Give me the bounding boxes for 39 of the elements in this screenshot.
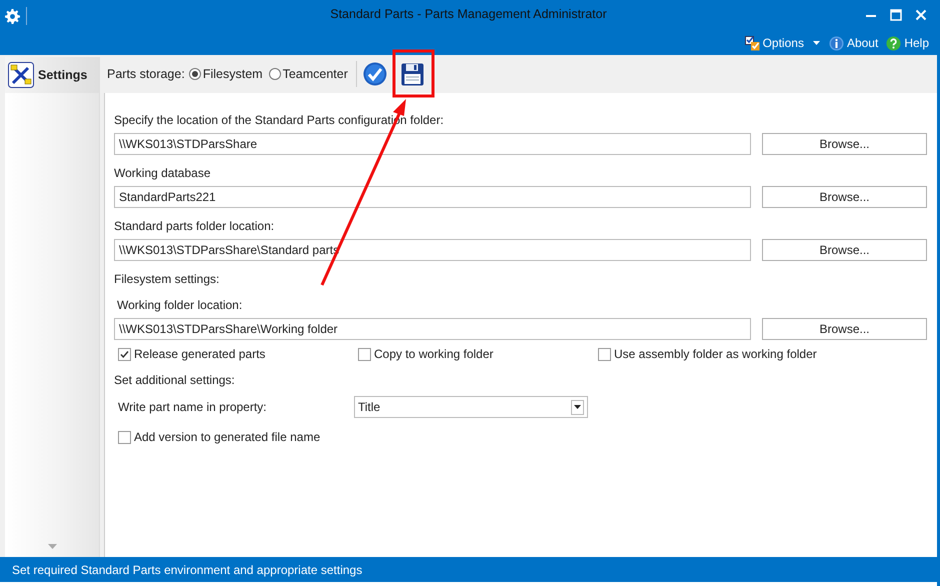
field-label: Set additional settings: <box>114 372 236 388</box>
window-title: Standard Parts - Parts Management Administrator <box>330 7 607 21</box>
path-field[interactable]: \\WKS013\STDParsShare <box>114 133 751 155</box>
browse-button[interactable]: Browse... <box>762 318 927 340</box>
checkbox-option[interactable]: Release generated parts <box>118 346 358 362</box>
caret-icon[interactable] <box>574 405 581 409</box>
radio-option[interactable]: Filesystem <box>188 67 263 81</box>
menu-item[interactable]: Options <box>762 36 804 50</box>
menu-item[interactable]: About <box>846 36 878 50</box>
check-icon <box>120 350 129 358</box>
browse-button[interactable]: Browse... <box>762 239 927 261</box>
tools-icon <box>8 62 34 88</box>
browse-button[interactable]: Browse... <box>762 186 927 208</box>
path-field[interactable]: \\WKS013\STDParsShare\Working folder <box>114 318 751 340</box>
checklist-icon <box>744 36 760 50</box>
checkbox-option[interactable]: Copy to working folder <box>358 346 598 362</box>
field-label: Working database <box>114 165 212 181</box>
field-label: Standard parts folder location: <box>114 218 276 234</box>
apply-icon[interactable] <box>362 62 387 86</box>
field-label: Filesystem settings: <box>114 271 220 287</box>
status-text: Set required Standard Parts environment and appropriate settings <box>12 562 362 576</box>
path-field[interactable]: StandardParts221 <box>114 186 751 208</box>
field-label: Working folder location: <box>116 297 244 313</box>
browse-button[interactable]: Browse... <box>762 133 927 155</box>
help-icon <box>886 36 902 50</box>
checkbox-option[interactable]: Use assembly folder as working folder <box>598 346 817 362</box>
close-icon[interactable] <box>915 9 927 21</box>
field-label: Write part name in property: <box>118 400 268 414</box>
maximize-icon[interactable] <box>890 9 902 21</box>
settings-icon[interactable] <box>5 8 20 24</box>
checkbox-option[interactable]: Add version to generated file name <box>118 429 320 445</box>
highlight-frame <box>392 50 434 98</box>
info-icon <box>828 36 844 50</box>
storage-label: Parts storage: <box>107 67 185 81</box>
settings-tab[interactable]: Settings <box>5 57 100 93</box>
radio-option[interactable]: Teamcenter <box>268 67 348 81</box>
save-icon[interactable] <box>400 62 424 86</box>
menu-item[interactable]: Help <box>904 36 929 50</box>
property-dropdown[interactable]: Title <box>354 396 588 418</box>
